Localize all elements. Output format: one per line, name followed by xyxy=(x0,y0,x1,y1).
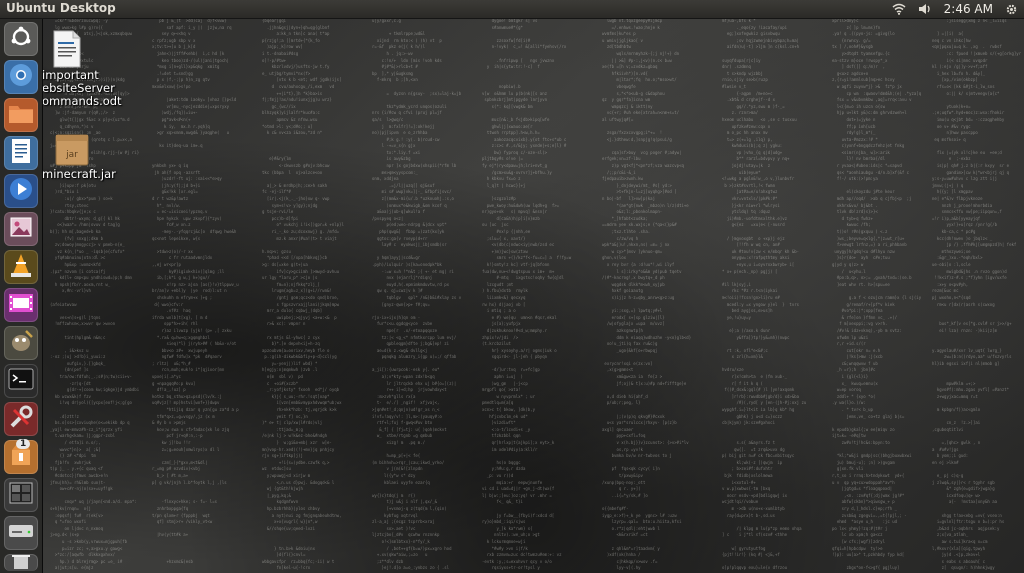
chromium-launcher[interactable] xyxy=(4,60,38,94)
vlc-launcher[interactable] xyxy=(4,250,38,284)
wallpaper-code-texture: pb j &_(t >dd)caj d}f<vww} saf apf: i_y … xyxy=(152,18,239,564)
clock[interactable]: 2:46 AM xyxy=(944,0,993,18)
image-viewer-launcher[interactable] xyxy=(4,212,38,246)
folder-icon xyxy=(8,102,34,128)
desktop-wallpaper: =ckr*!&bderzoucwpq; -y lg wwo>kg l#p g)r… xyxy=(42,18,1024,573)
desktop-file-odt-label: important ebsiteServer ommands.odt xyxy=(42,68,122,108)
wallpaper-code-texture: mf}ua-,bfs k * ._eqo{zy !iacafay/upi eg;… xyxy=(722,18,807,571)
ubuntu-logo-icon xyxy=(9,25,33,53)
video-editor-launcher[interactable] xyxy=(4,288,38,322)
files-launcher[interactable] xyxy=(4,98,38,132)
volume-icon[interactable] xyxy=(918,0,932,18)
system-tray: 2:46 AM xyxy=(886,0,1024,18)
terminal-launcher[interactable] xyxy=(4,364,38,398)
document-icon xyxy=(52,30,82,72)
svg-text:jar: jar xyxy=(65,150,78,160)
top-panel: Ubuntu Desktop 2:46 AM xyxy=(0,0,1024,19)
media-player-launcher[interactable] xyxy=(4,174,38,208)
wallpaper-code-texture: {bqear]gqi .jjhn&gsj|dyn+}qh=qg{glbnf a:… xyxy=(262,18,344,571)
cone-icon xyxy=(9,252,33,282)
trash-icon xyxy=(11,554,31,573)
film-icon xyxy=(8,293,34,317)
window-title: Ubuntu Desktop xyxy=(6,1,116,15)
wifi-icon[interactable] xyxy=(892,0,906,18)
wallpaper-code-texture: u|y/gxxr,c.g + tkmlrppe;wd&l xijnd rm kt… xyxy=(372,18,462,571)
terminal-icon xyxy=(8,368,34,394)
unity-launcher: 1 xyxy=(0,18,43,573)
updates-launcher[interactable]: 1 xyxy=(4,439,38,474)
dash-home-launcher[interactable] xyxy=(4,22,38,56)
writer-launcher[interactable] xyxy=(4,136,38,170)
workspace-icon xyxy=(9,482,33,508)
chromium-icon xyxy=(8,62,34,92)
play-icon xyxy=(8,176,34,206)
wallpaper-code-texture: :jsisegg{xmg z n< _l=iiqs ] =|]i) a{ neq… xyxy=(932,18,1022,571)
drive-launcher[interactable] xyxy=(4,516,38,550)
photo-icon xyxy=(9,215,33,243)
gimp-launcher[interactable] xyxy=(4,326,38,360)
drive-icon xyxy=(8,522,34,544)
wallpaper-code-texture: xprll>dny}c z{ ]p lm=ms}fn .ya! q .{(pyo… xyxy=(832,18,922,571)
notification-badge: 1 xyxy=(16,439,31,449)
gear-icon[interactable] xyxy=(1005,0,1018,18)
document-icon xyxy=(10,138,32,168)
paint-icon xyxy=(8,329,34,357)
archive-icon: jar xyxy=(54,133,90,171)
wallpaper-code-texture: dygoe! bmtgkr s| vs s#anwmue#*{g* zzsoxf… xyxy=(482,18,572,571)
wallpaper-code-texture: lwgb nt.tqxzgeepy#ijmcp =/.enhws.!wao;hn… xyxy=(602,18,692,571)
trash-launcher[interactable] xyxy=(4,554,38,571)
workspace-launcher[interactable] xyxy=(4,478,38,512)
tools-icon xyxy=(8,404,34,434)
settings-launcher[interactable] xyxy=(4,402,38,436)
